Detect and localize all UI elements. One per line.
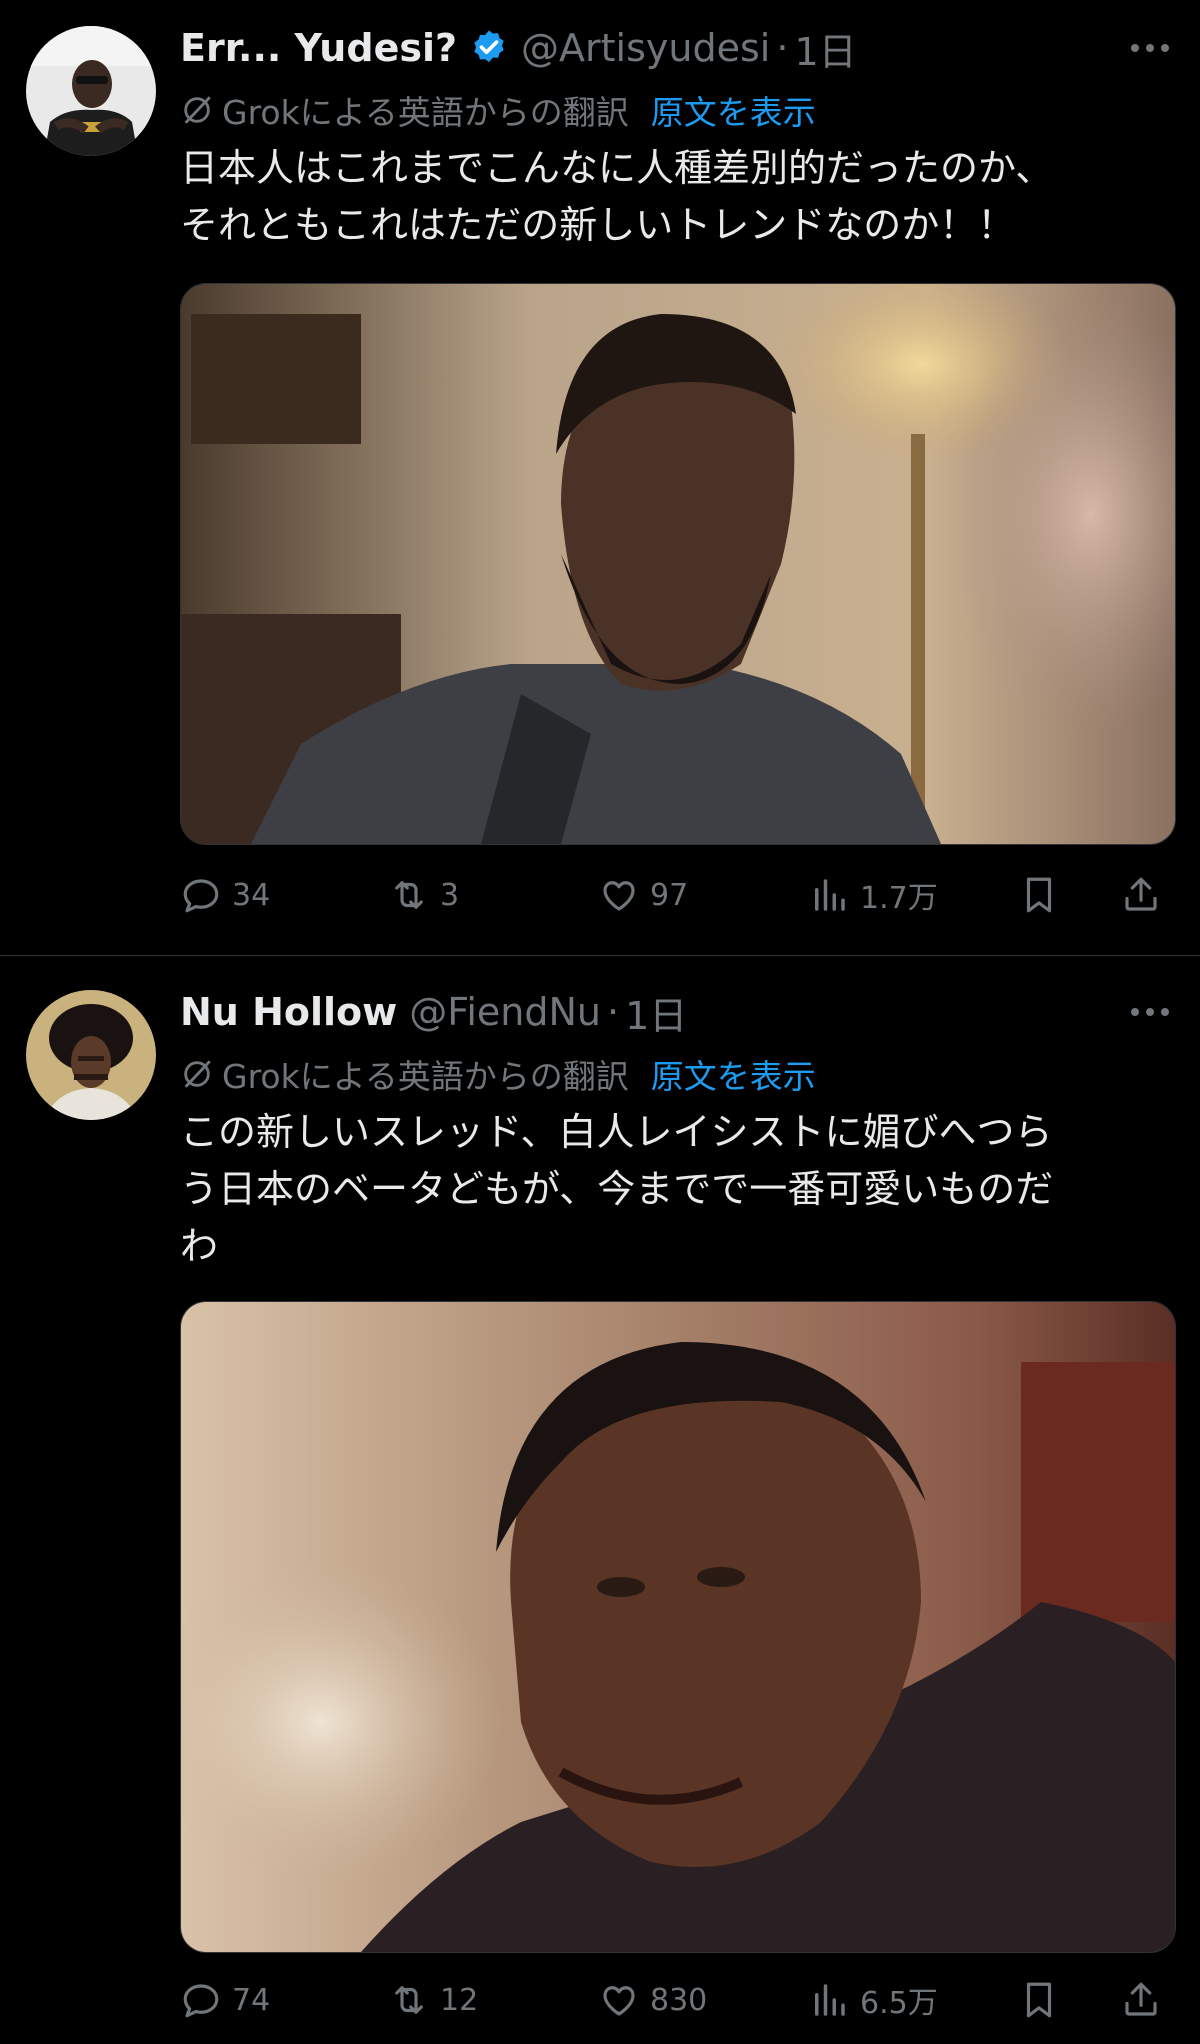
retweet-count: 12	[440, 1982, 479, 2018]
separator-dot: ·	[776, 26, 789, 70]
reply-count: 74	[232, 1982, 271, 2018]
display-name[interactable]: Nu Hollow	[180, 990, 397, 1034]
like-count: 97	[650, 877, 689, 913]
tweet-header: Err... Yudesi? @Artisyudesi · 1日	[180, 18, 1130, 78]
timestamp[interactable]: 1日	[625, 985, 687, 1040]
share-button[interactable]	[1120, 865, 1162, 925]
avatar[interactable]	[26, 990, 156, 1120]
views-count: 6.5万	[860, 1986, 938, 2021]
tweet[interactable]: Nu Hollow @FiendNu · 1日 Grokによる英語からの翻訳 原…	[0, 956, 1200, 2044]
bookmark-button[interactable]	[1018, 1970, 1060, 2030]
share-icon	[1125, 877, 1157, 911]
heart-icon	[603, 881, 635, 911]
views-count: 1.7万	[860, 881, 938, 916]
display-name[interactable]: Err... Yudesi?	[180, 26, 457, 70]
bookmark-icon	[1026, 877, 1052, 913]
retweet-icon	[395, 1986, 423, 2014]
user-handle[interactable]: @Artisyudesi	[521, 26, 770, 70]
tweet-photo[interactable]	[180, 283, 1176, 845]
retweet-icon	[395, 881, 423, 909]
tweet-text: 日本人はこれまでこんなに人種差別的だったのか、 それともこれはただの新しいトレン…	[180, 146, 1054, 247]
share-icon	[1125, 1982, 1157, 2016]
views-chart-icon	[815, 879, 845, 911]
tweet-text: この新しいスレッド、白人レイシストに媚びへつら う日本のベータどもが、今までで一…	[180, 1110, 1054, 1268]
photo-man-side-eye-icon	[181, 284, 1175, 844]
translation-label: Grokによる英語からの翻訳	[222, 93, 629, 132]
timestamp[interactable]: 1日	[794, 21, 856, 76]
separator-dot: ·	[607, 990, 620, 1034]
show-original-link[interactable]: 原文を表示	[651, 86, 816, 134]
reply-icon	[183, 1984, 219, 2018]
reply-icon	[183, 879, 219, 913]
translation-label: Grokによる英語からの翻訳	[222, 1057, 629, 1096]
tweet[interactable]: Err... Yudesi? @Artisyudesi · 1日 Grokによる…	[0, 0, 1200, 955]
views-button[interactable]: 6.5万	[808, 1970, 938, 2030]
reply-count: 34	[232, 877, 271, 913]
avatar[interactable]	[26, 26, 156, 156]
bookmark-icon	[1026, 1982, 1052, 2018]
tweet-photo[interactable]	[180, 1301, 1176, 1953]
user-handle[interactable]: @FiendNu	[409, 990, 601, 1034]
tweet-header: Nu Hollow @FiendNu · 1日	[180, 982, 1130, 1042]
show-original-link[interactable]: 原文を表示	[651, 1050, 816, 1098]
views-chart-icon	[815, 1984, 845, 2016]
reply-button[interactable]: 74	[180, 1970, 270, 2030]
like-count: 830	[650, 1982, 708, 2018]
like-button[interactable]: 97	[598, 865, 688, 925]
reply-button[interactable]: 34	[180, 865, 270, 925]
grok-icon	[184, 96, 211, 124]
grok-icon	[184, 1060, 211, 1088]
like-button[interactable]: 830	[598, 1970, 707, 2030]
verified-badge-icon	[474, 30, 504, 63]
tweet-actions: 74 12 830 6.5万	[180, 1970, 1170, 2030]
translation-note: Grokによる英語からの翻訳 原文を表示	[180, 85, 816, 135]
retweet-button[interactable]: 3	[388, 865, 459, 925]
bookmark-button[interactable]	[1018, 865, 1060, 925]
heart-icon	[603, 1986, 635, 2016]
more-options-icon[interactable]	[1128, 38, 1172, 58]
retweet-button[interactable]: 12	[388, 1970, 478, 2030]
views-button[interactable]: 1.7万	[808, 865, 938, 925]
more-options-icon[interactable]	[1128, 1002, 1172, 1022]
tweet-actions: 34 3 97 1.7万	[180, 865, 1170, 925]
share-button[interactable]	[1120, 1970, 1162, 2030]
retweet-count: 3	[440, 877, 460, 913]
translation-note: Grokによる英語からの翻訳 原文を表示	[180, 1049, 816, 1099]
photo-man-smirk-icon	[181, 1302, 1175, 1952]
